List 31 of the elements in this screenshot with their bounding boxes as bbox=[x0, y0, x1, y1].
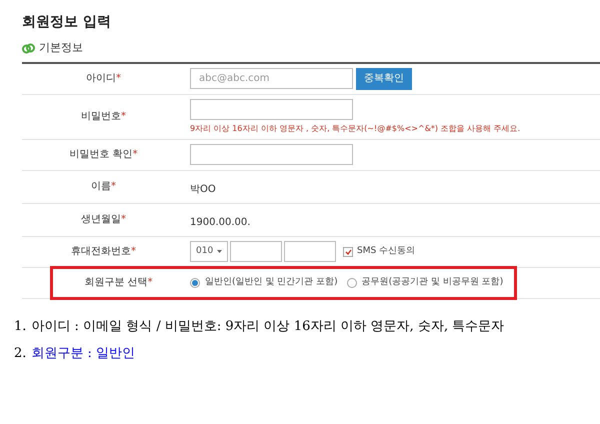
field-value: 박OO bbox=[190, 184, 216, 194]
field-label: 생년월일* bbox=[81, 213, 126, 227]
duplicate-check-button[interactable]: 중복확인 bbox=[356, 68, 412, 90]
input-field[interactable] bbox=[230, 241, 282, 262]
input-field[interactable] bbox=[190, 144, 353, 165]
caret-icon bbox=[217, 250, 222, 253]
checkbox-label: SMS 수신동의 bbox=[357, 244, 416, 258]
field-label: 비밀번호* bbox=[81, 110, 126, 124]
note-number: 2. bbox=[14, 345, 26, 363]
input-field[interactable] bbox=[284, 241, 336, 262]
input-field[interactable] bbox=[190, 98, 353, 120]
field-value: 1900.00.00. bbox=[190, 216, 250, 228]
note-text: 아이디 : 이메일 형식 / 비밀번호: 9자리 이상 16자리 이하 영문자, 숫자, 특수문자 bbox=[31, 318, 504, 336]
note-number: 1. bbox=[14, 318, 26, 336]
field-label: 회원구분 선택* bbox=[84, 276, 153, 290]
radio-label: 공무원(공공기관 및 비공무원 포함) bbox=[362, 276, 504, 289]
radio-label: 일반인(일반인 및 민간기관 포함) bbox=[205, 276, 338, 289]
input-field[interactable]: abc@abc.com bbox=[190, 68, 353, 89]
page-title: 회원정보 입력 bbox=[22, 13, 112, 32]
field-label: 휴대전화번호* bbox=[71, 245, 136, 259]
radio-button[interactable] bbox=[190, 278, 200, 288]
note-text: 회원구분 : 일반인 bbox=[31, 345, 136, 363]
password-hint: 9자리 이상 16자리 이하 영문자 , 숫자, 특수문자(~!@#$%<>^&*) 조합을 사용해 주세요. bbox=[190, 122, 520, 134]
prefix-select[interactable]: 010 bbox=[190, 241, 228, 262]
field-label: 아이디* bbox=[86, 72, 121, 86]
field-label: 이름* bbox=[91, 180, 116, 194]
section-title: 기본정보 bbox=[39, 40, 83, 56]
radio-button[interactable] bbox=[346, 278, 357, 288]
link-icon bbox=[22, 42, 35, 54]
field-label: 비밀번호 확인* bbox=[69, 148, 138, 162]
sms-checkbox[interactable] bbox=[343, 246, 353, 256]
